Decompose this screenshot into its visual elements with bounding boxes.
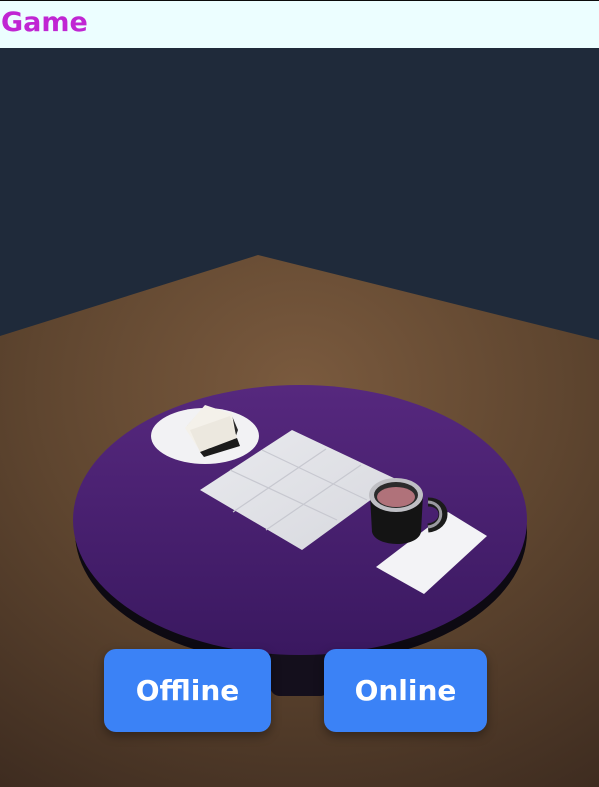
game-scene	[0, 48, 599, 787]
header-bar: Game	[0, 0, 599, 48]
mug-drink	[377, 487, 415, 507]
table-leg	[270, 650, 330, 696]
online-button[interactable]: Online	[324, 649, 487, 732]
page-title: Game	[1, 7, 88, 38]
offline-button[interactable]: Offline	[104, 649, 271, 732]
